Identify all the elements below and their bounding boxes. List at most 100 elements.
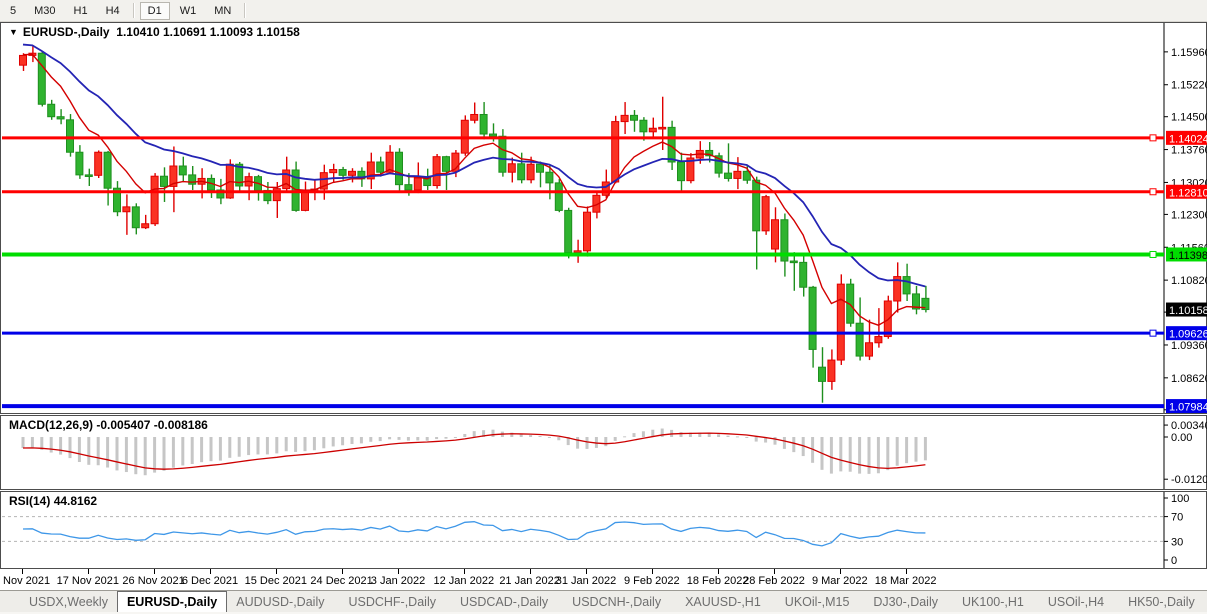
candle-body: [809, 287, 816, 349]
date-tick-label: 17 Nov 2021: [57, 575, 119, 587]
macd-histogram-bar: [294, 437, 297, 452]
candle-body: [725, 173, 732, 178]
price-tick-label: 1.13760: [1171, 145, 1207, 157]
macd-histogram-bar: [191, 437, 194, 464]
macd-histogram-bar: [557, 437, 560, 440]
macd-histogram-bar: [736, 436, 739, 437]
date-tick-label: 24 Dec 2021: [310, 575, 372, 587]
timeframe-button-h4[interactable]: H4: [98, 2, 128, 20]
candle-body: [659, 127, 666, 129]
candle-body: [179, 166, 186, 175]
candle-body: [377, 162, 384, 172]
candle-body: [349, 171, 356, 175]
tab-ukoil-m15[interactable]: UKOil-,M15: [776, 591, 859, 612]
macd-histogram-bar: [238, 437, 241, 457]
tab-xauusd-h1[interactable]: XAUUSD-,H1: [676, 591, 770, 612]
candle-body: [132, 207, 139, 228]
date-tick: [906, 569, 907, 574]
macd-histogram-bar: [87, 437, 90, 465]
candle-body: [330, 170, 337, 173]
macd-indicator-panel[interactable]: MACD(12,26,9) -0.005407 -0.008186 0.0034…: [0, 415, 1207, 490]
candle-body: [104, 152, 111, 188]
candle-body: [875, 337, 882, 343]
macd-histogram-bar: [426, 437, 429, 441]
line-handle[interactable]: [1150, 189, 1156, 195]
macd-histogram-bar: [604, 437, 607, 446]
macd-histogram-bar: [783, 437, 786, 449]
macd-histogram-bar: [849, 437, 852, 472]
rsi-indicator-panel[interactable]: RSI(14) 44.8162 10070300: [0, 491, 1207, 569]
tab-uk100-h1[interactable]: UK100-,H1: [953, 591, 1033, 612]
price-chart-panel[interactable]: ▼EURUSD-,Daily 1.10410 1.10691 1.10093 1…: [0, 22, 1207, 414]
macd-histogram-bar: [398, 437, 401, 440]
macd-histogram-bar: [745, 437, 748, 438]
tab-audusd-daily[interactable]: AUDUSD-,Daily: [227, 591, 333, 612]
date-tick-label: 18 Mar 2022: [875, 575, 937, 587]
toolbar-separator: [133, 3, 135, 18]
date-tick: [22, 569, 23, 574]
date-tick-label: 12 Jan 2022: [434, 575, 495, 587]
macd-label: MACD(12,26,9) -0.005407 -0.008186: [9, 418, 208, 432]
tab-eurusd-daily[interactable]: EURUSD-,Daily: [117, 591, 227, 612]
date-tick-label: 28 Feb 2022: [743, 575, 805, 587]
tab-usoil-h4[interactable]: USOil-,H4: [1039, 591, 1113, 612]
trading-terminal: 5M30H1H4 D1W1MN ▼EURUSD-,Daily 1.10410 1.…: [0, 0, 1207, 614]
candle-body: [405, 185, 412, 190]
macd-histogram-bar: [868, 437, 871, 474]
tab-usdx-weekly[interactable]: USDX,Weekly: [20, 591, 117, 612]
macd-histogram-bar: [830, 437, 833, 474]
macd-histogram-bar: [586, 437, 589, 449]
tab-hk50-daily[interactable]: HK50-,Daily: [1119, 591, 1204, 612]
line-price-label-text: 1.14024: [1169, 133, 1207, 145]
timeframe-button-h1[interactable]: H1: [66, 2, 96, 20]
chart-dropdown-icon[interactable]: ▼: [9, 27, 18, 37]
price-tick-label: 1.15220: [1171, 80, 1207, 92]
candle-body: [76, 152, 83, 175]
macd-histogram-bar: [463, 434, 466, 437]
date-tick-label: 3 Jan 2022: [371, 575, 425, 587]
macd-histogram-bar: [153, 437, 156, 473]
timeframe-button-5[interactable]: 5: [2, 2, 24, 20]
date-tick: [88, 569, 89, 574]
candle-body: [57, 117, 64, 119]
macd-histogram-bar: [69, 437, 72, 458]
macd-histogram-bar: [454, 437, 457, 438]
timeframe-button-mn[interactable]: MN: [206, 2, 239, 20]
candle-body: [565, 210, 572, 252]
line-handle[interactable]: [1150, 135, 1156, 141]
date-tick-label: 21 Jan 2022: [499, 575, 560, 587]
line-handle[interactable]: [1150, 330, 1156, 336]
tab-usdcad-daily[interactable]: USDCAD-,Daily: [451, 591, 557, 612]
candle-body: [490, 134, 497, 136]
candle-body: [612, 122, 619, 182]
rsi-tick-label: 0: [1171, 555, 1177, 567]
candle-body: [734, 171, 741, 178]
macd-histogram-bar: [445, 437, 448, 439]
time-axis[interactable]: 8 Nov 202117 Nov 202126 Nov 20216 Dec 20…: [0, 569, 1207, 590]
timeframe-button-d1[interactable]: D1: [140, 2, 170, 20]
macd-histogram-bar: [717, 434, 720, 437]
timeframe-button-m30[interactable]: M30: [26, 2, 63, 20]
price-tick-label: 1.12300: [1171, 209, 1207, 221]
macd-histogram-bar: [792, 437, 795, 452]
candle-body: [631, 115, 638, 120]
macd-histogram-bar: [78, 437, 81, 462]
tab-dj30-daily[interactable]: DJ30-,Daily: [864, 591, 947, 612]
candle-body: [123, 207, 130, 212]
date-tick: [398, 569, 399, 574]
macd-signal-line: [23, 433, 925, 469]
macd-tick-label: -0.012058: [1171, 474, 1207, 486]
price-tick-label: 1.14500: [1171, 112, 1207, 124]
macd-histogram-bar: [755, 437, 758, 442]
tab-usdchf-daily[interactable]: USDCHF-,Daily: [339, 591, 445, 612]
rsi-tick-label: 30: [1171, 536, 1183, 548]
date-tick-label: 9 Feb 2022: [624, 575, 680, 587]
timeframe-button-w1[interactable]: W1: [172, 2, 205, 20]
macd-histogram-bar: [388, 437, 391, 439]
tab-usdcnh-daily[interactable]: USDCNH-,Daily: [563, 591, 670, 612]
rsi-canvas: 10070300: [1, 492, 1207, 568]
candle-body: [443, 157, 450, 172]
line-handle[interactable]: [1150, 251, 1156, 257]
candle-body: [85, 175, 92, 177]
macd-histogram-bar: [886, 437, 889, 470]
